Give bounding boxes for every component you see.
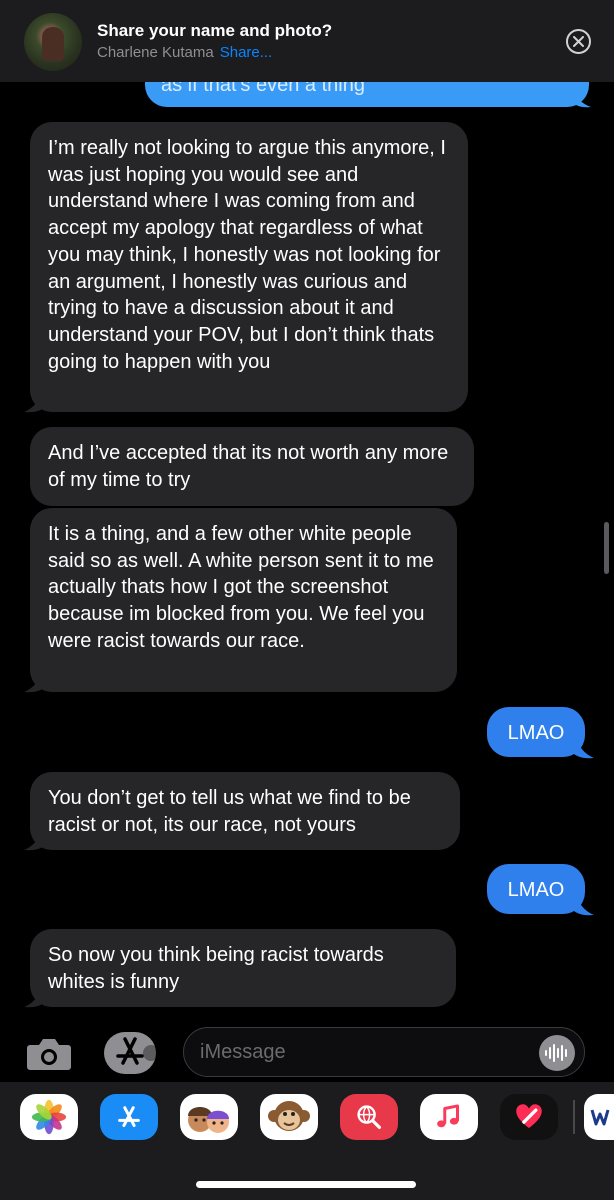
scroll-indicator[interactable] [604,522,609,574]
bubble-tail [24,390,46,413]
waveform-icon [545,1044,567,1062]
audio-message-button[interactable] [539,1035,575,1071]
message-input[interactable] [200,1039,520,1065]
music-icon[interactable] [420,1094,478,1140]
contact-avatar [24,13,82,71]
received-message-bubble[interactable]: I’m really not looking to argue this any… [30,122,468,412]
received-message-bubble[interactable]: And I’ve accepted that its not worth any… [30,427,474,506]
message-text: LMAO [507,722,565,744]
message-input-bar [0,1017,614,1082]
message-text: It is a thing, and a few other white peo… [48,523,434,652]
sent-message-bubble[interactable]: LMAO [487,864,585,914]
banner-title: Share your name and photo? [97,21,333,40]
bubble-tail [24,828,46,851]
more-apps-icon[interactable] [584,1094,614,1140]
app-drawer [0,1082,614,1200]
received-message-bubble[interactable]: You don’t get to tell us what we find to… [30,772,460,850]
digital-touch-icon[interactable] [500,1094,558,1140]
app-store-button[interactable] [103,1031,157,1075]
web-search-icon[interactable] [340,1094,398,1140]
home-indicator[interactable] [196,1181,416,1188]
banner-subtitle: Charlene Kutama Share... [97,44,272,61]
memoji-icon[interactable] [180,1094,238,1140]
contact-name: Charlene Kutama [97,44,214,61]
close-banner-button[interactable] [566,29,591,54]
photos-app-icon[interactable] [20,1094,78,1140]
camera-icon[interactable] [26,1037,72,1071]
share-link[interactable]: Share... [220,44,273,61]
message-text: And I’ve accepted that its not worth any… [48,442,449,491]
message-text: So now you think being racist towards wh… [48,944,384,993]
imessage-field[interactable] [183,1027,585,1077]
message-text: LMAO [507,879,565,901]
received-message-bubble[interactable]: So now you think being racist towards wh… [30,929,456,1007]
animoji-monkey-icon[interactable] [260,1094,318,1140]
close-icon [573,36,584,47]
bubble-tail [572,893,594,916]
bubble-tail [24,670,46,693]
bubble-tail [572,736,594,759]
bubble-tail [24,985,46,1008]
drawer-separator [573,1100,575,1134]
message-text: I’m really not looking to argue this any… [48,137,446,373]
share-name-photo-banner[interactable]: Share your name and photo? Charlene Kuta… [0,0,614,82]
app-store-icon[interactable] [100,1094,158,1140]
received-message-bubble[interactable]: It is a thing, and a few other white peo… [30,508,457,692]
sent-message-bubble[interactable]: LMAO [487,707,585,757]
message-text: You don’t get to tell us what we find to… [48,787,411,836]
